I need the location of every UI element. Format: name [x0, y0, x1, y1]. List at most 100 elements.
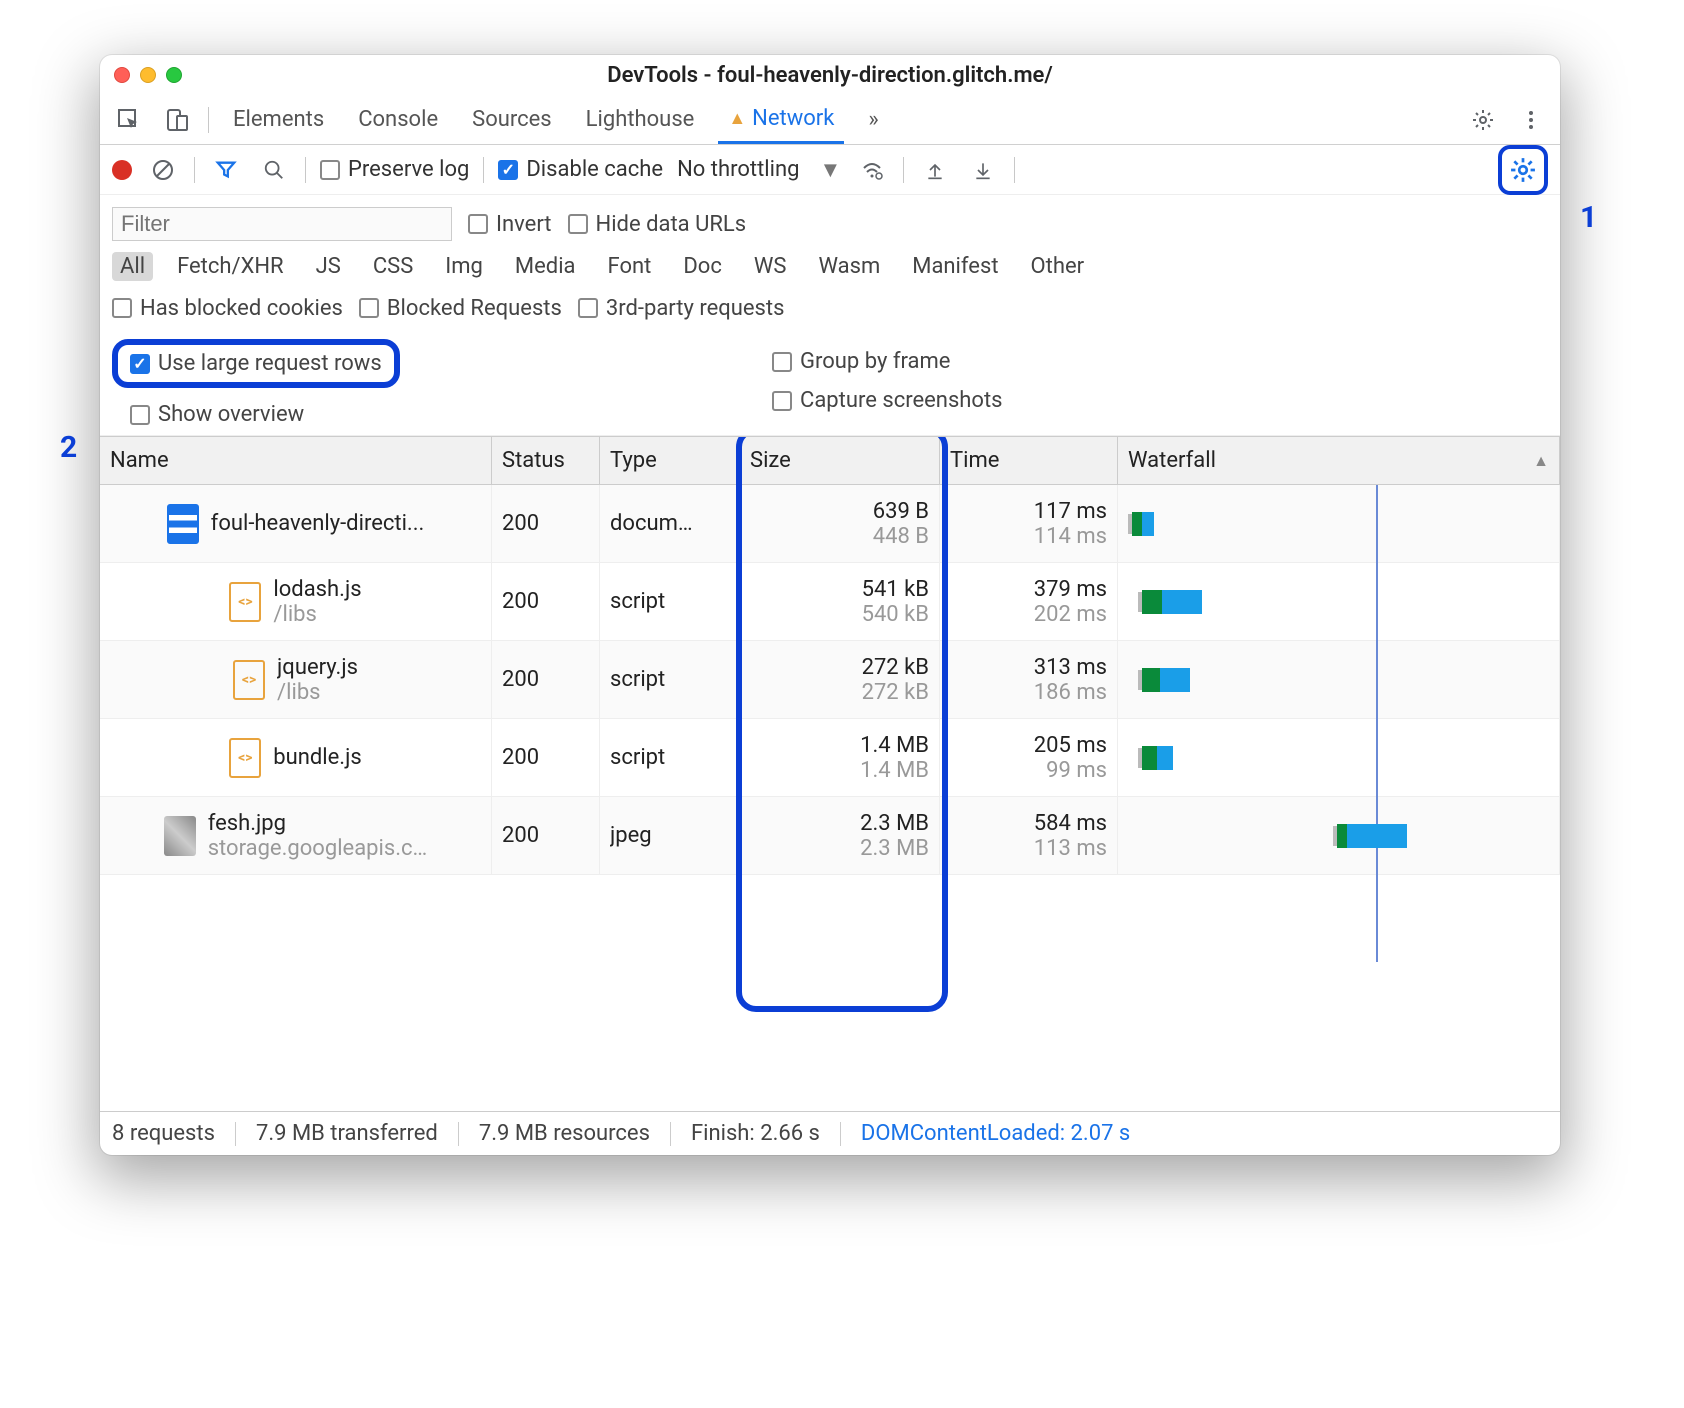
group-by-frame-checkbox[interactable]: Group by frame	[772, 349, 1003, 374]
cell-status: 200	[492, 719, 600, 796]
tab-console[interactable]: Console	[348, 95, 448, 144]
status-finish: Finish: 2.66 s	[691, 1121, 820, 1146]
cell-type: jpeg	[600, 797, 740, 874]
blocked-requests-checkbox[interactable]: Blocked Requests	[359, 296, 562, 321]
filter-category-font[interactable]: Font	[600, 252, 660, 281]
use-large-rows-checkbox[interactable]: Use large request rows	[130, 351, 382, 376]
callout-1: 1	[1580, 200, 1597, 235]
separator	[903, 157, 904, 183]
cell-time: 584 ms113 ms	[940, 797, 1118, 874]
file-name: fesh.jpg	[208, 811, 428, 836]
table-row[interactable]: fesh.jpgstorage.googleapis.c… 200jpeg2.3 …	[100, 797, 1560, 875]
checkbox-icon	[112, 298, 132, 318]
cell-time: 117 ms114 ms	[940, 485, 1118, 562]
table-row[interactable]: <>lodash.js/libs200script541 kB540 kB379…	[100, 563, 1560, 641]
cell-size: 272 kB272 kB	[740, 641, 940, 718]
search-icon[interactable]	[257, 153, 291, 187]
col-name-header[interactable]: Name	[100, 437, 492, 484]
show-overview-checkbox[interactable]: Show overview	[112, 402, 732, 427]
capture-screenshots-checkbox[interactable]: Capture screenshots	[772, 388, 1003, 413]
window-title: DevTools - foul-heavenly-direction.glitc…	[100, 63, 1560, 88]
invert-checkbox[interactable]: Invert	[468, 212, 552, 237]
tab-lighthouse[interactable]: Lighthouse	[576, 95, 705, 144]
network-table: Name Status Type Size Time Waterfall ▲ f…	[100, 436, 1560, 1111]
preserve-log-checkbox[interactable]: Preserve log	[320, 157, 469, 182]
filter-category-manifest[interactable]: Manifest	[904, 252, 1006, 281]
tab-elements[interactable]: Elements	[223, 95, 334, 144]
chevron-down-icon: ▼	[819, 157, 841, 183]
hide-data-urls-checkbox[interactable]: Hide data URLs	[568, 212, 747, 237]
col-status-header[interactable]: Status	[492, 437, 600, 484]
cell-size: 2.3 MB2.3 MB	[740, 797, 940, 874]
third-party-checkbox[interactable]: 3rd-party requests	[578, 296, 785, 321]
cell-time: 313 ms186 ms	[940, 641, 1118, 718]
col-size-header[interactable]: Size	[740, 437, 940, 484]
filter-category-js[interactable]: JS	[308, 252, 349, 281]
tab-sources[interactable]: Sources	[462, 95, 562, 144]
col-time-header[interactable]: Time	[940, 437, 1118, 484]
filter-category-other[interactable]: Other	[1023, 252, 1093, 281]
callout-2: 2	[60, 430, 77, 465]
third-party-label: 3rd-party requests	[606, 296, 785, 321]
tab-more[interactable]: »	[858, 95, 888, 144]
filter-category-media[interactable]: Media	[507, 252, 584, 281]
throttling-dropdown[interactable]: No throttling ▼	[677, 157, 841, 183]
network-settings-highlight	[1498, 145, 1548, 195]
file-name: lodash.js	[273, 577, 361, 602]
col-waterfall-header[interactable]: Waterfall ▲	[1118, 437, 1560, 484]
has-blocked-cookies-label: Has blocked cookies	[140, 296, 343, 321]
col-type-header[interactable]: Type	[600, 437, 740, 484]
hide-data-urls-label: Hide data URLs	[596, 212, 747, 237]
status-domcontentloaded: DOMContentLoaded: 2.07 s	[861, 1121, 1130, 1146]
cell-name: <>lodash.js/libs	[100, 563, 492, 640]
filter-category-css[interactable]: CSS	[365, 252, 421, 281]
cell-status: 200	[492, 797, 600, 874]
table-row[interactable]: <>jquery.js/libs200script272 kB272 kB313…	[100, 641, 1560, 719]
use-large-rows-label: Use large request rows	[158, 351, 382, 376]
has-blocked-cookies-checkbox[interactable]: Has blocked cookies	[112, 296, 343, 321]
checkbox-icon	[130, 405, 150, 425]
warning-icon: ▲	[728, 108, 746, 129]
table-header: Name Status Type Size Time Waterfall ▲	[100, 437, 1560, 485]
network-conditions-icon[interactable]	[855, 153, 889, 187]
checkbox-icon	[772, 352, 792, 372]
filter-category-ws[interactable]: WS	[746, 252, 795, 281]
checkbox-icon	[772, 391, 792, 411]
file-name: foul-heavenly-directi...	[211, 511, 425, 536]
filter-category-all[interactable]: All	[112, 252, 153, 281]
cell-type: docum…	[600, 485, 740, 562]
sort-indicator-icon: ▲	[1533, 451, 1549, 471]
settings-gear-icon[interactable]	[1466, 103, 1500, 137]
checkbox-icon	[498, 160, 518, 180]
table-body: foul-heavenly-directi...200docum…639 B44…	[100, 485, 1560, 1111]
blocked-requests-label: Blocked Requests	[387, 296, 562, 321]
disable-cache-checkbox[interactable]: Disable cache	[498, 157, 663, 182]
network-settings-gear-icon[interactable]	[1506, 153, 1540, 187]
filter-category-fetchxhr[interactable]: Fetch/XHR	[169, 252, 292, 281]
import-har-icon[interactable]	[918, 153, 952, 187]
device-toolbar-icon[interactable]	[160, 103, 194, 137]
filter-toggle-icon[interactable]	[209, 153, 243, 187]
tab-network[interactable]: ▲ Network	[718, 95, 844, 144]
inspect-element-icon[interactable]	[112, 103, 146, 137]
separator	[1014, 157, 1015, 183]
cell-time: 205 ms99 ms	[940, 719, 1118, 796]
separator	[840, 1122, 841, 1146]
record-button[interactable]	[112, 160, 132, 180]
filter-input[interactable]	[112, 207, 452, 241]
filter-category-doc[interactable]: Doc	[675, 252, 730, 281]
filter-category-wasm[interactable]: Wasm	[810, 252, 888, 281]
file-name: bundle.js	[273, 745, 361, 770]
export-har-icon[interactable]	[966, 153, 1000, 187]
cell-type: script	[600, 563, 740, 640]
table-row[interactable]: foul-heavenly-directi...200docum…639 B44…	[100, 485, 1560, 563]
filter-category-img[interactable]: Img	[437, 252, 491, 281]
separator	[458, 1122, 459, 1146]
file-path: storage.googleapis.c…	[208, 836, 428, 861]
tab-network-label: Network	[752, 106, 834, 131]
table-row[interactable]: <>bundle.js200script1.4 MB1.4 MB205 ms99…	[100, 719, 1560, 797]
clear-button[interactable]	[146, 153, 180, 187]
script-file-icon: <>	[229, 738, 261, 778]
kebab-menu-icon[interactable]	[1514, 103, 1548, 137]
cell-type: script	[600, 719, 740, 796]
